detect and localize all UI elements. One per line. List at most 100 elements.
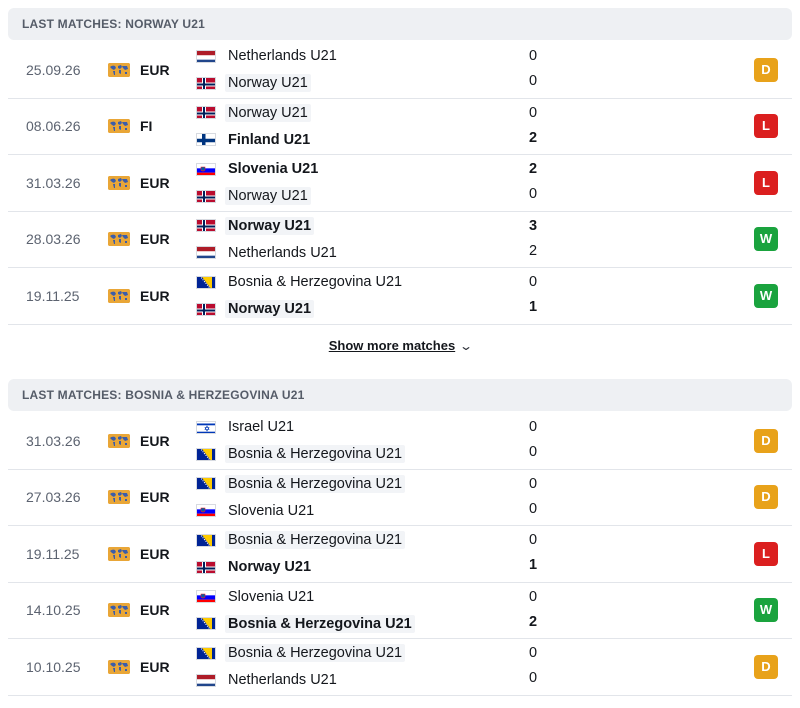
match-row[interactable]: 10.10.25 EUR Bosnia & Herzegovina U21 Nethe… bbox=[8, 639, 792, 696]
section-header-norway: LAST MATCHES: NORWAY U21 bbox=[8, 8, 792, 40]
match-date: 19.11.25 bbox=[26, 545, 80, 562]
result-badge: L bbox=[754, 541, 778, 566]
competition-label: EUR bbox=[140, 231, 170, 248]
match-row[interactable]: 31.03.26 EUR Israel U21 Bosnia & Herzegovin… bbox=[8, 413, 792, 470]
show-more-button[interactable]: Show more matches ⌄ bbox=[0, 338, 800, 353]
away-team-name: Finland U21 bbox=[228, 131, 311, 148]
competition-label: FI bbox=[140, 118, 153, 135]
match-row[interactable]: 19.11.25 EUR Bosnia & Herzegovina U21 Norwa… bbox=[8, 268, 792, 325]
away-team-name: Bosnia & Herzegovina U21 bbox=[225, 445, 406, 463]
match-date: 27.03.26 bbox=[26, 489, 81, 506]
match-row[interactable]: 08.06.26 FI Norway U21 Finland U21 0 2 L bbox=[8, 99, 792, 155]
world-map-icon bbox=[108, 175, 130, 190]
home-team-name: Norway U21 bbox=[225, 103, 311, 122]
competition-label: EUR bbox=[140, 602, 170, 619]
israel-flag-icon bbox=[196, 420, 216, 434]
world-map-icon bbox=[108, 62, 130, 77]
netherlands-flag-icon bbox=[196, 246, 216, 259]
result-badge: W bbox=[754, 283, 778, 308]
match-row[interactable]: 25.09.26 EUR Netherlands U21 Norway U21 0 0 D bbox=[8, 42, 792, 99]
match-row[interactable]: 14.10.25 EUR Slovenia U21 Bosnia & Herzegov… bbox=[8, 583, 792, 639]
world-map-icon bbox=[108, 603, 130, 618]
world-map-icon bbox=[108, 433, 130, 448]
match-row[interactable]: 28.03.26 EUR Norway U21 Netherlands U21 3 2 W bbox=[8, 212, 792, 268]
away-score: 0 bbox=[528, 186, 538, 202]
away-team-name: Bosnia & Herzegovina U21 bbox=[225, 614, 415, 633]
away-score: 2 bbox=[528, 242, 538, 259]
away-team-name: Norway U21 bbox=[225, 300, 315, 318]
away-team: Bosnia & Herzegovina U21 bbox=[196, 443, 406, 465]
norway-flag-icon bbox=[196, 106, 216, 119]
away-score: 2 bbox=[528, 613, 538, 630]
netherlands-flag-icon bbox=[196, 673, 216, 687]
home-score: 0 bbox=[528, 532, 538, 548]
match-list-bosnia: 31.03.26 EUR Israel U21 Bosnia & Herzegovin… bbox=[8, 413, 792, 696]
away-score: 0 bbox=[528, 73, 538, 89]
home-team-name: Bosnia & Herzegovina U21 bbox=[228, 274, 403, 290]
result-badge: W bbox=[754, 598, 778, 623]
world-map-icon bbox=[108, 490, 130, 505]
competition-label: EUR bbox=[140, 658, 170, 675]
result-badge: D bbox=[754, 485, 778, 510]
result-badge: D bbox=[754, 57, 778, 82]
bosnia-flag-icon bbox=[196, 447, 216, 461]
norway-flag-icon bbox=[196, 302, 216, 316]
home-team: Slovenia U21 bbox=[196, 586, 317, 608]
show-more-label: Show more matches bbox=[328, 338, 456, 353]
away-score: 1 bbox=[528, 299, 538, 315]
home-score: 0 bbox=[528, 419, 538, 435]
competition-label: EUR bbox=[140, 432, 170, 449]
home-score: 0 bbox=[528, 645, 538, 661]
result-badge: W bbox=[754, 227, 778, 252]
away-team: Norway U21 bbox=[196, 72, 311, 94]
bosnia-flag-icon bbox=[196, 477, 216, 490]
slovenia-flag-icon bbox=[196, 590, 216, 603]
slovenia-flag-icon bbox=[196, 162, 216, 176]
result-badge: D bbox=[754, 654, 778, 679]
home-team: Bosnia & Herzegovina U21 bbox=[196, 642, 406, 664]
match-date: 31.03.26 bbox=[26, 432, 81, 449]
competition-label: EUR bbox=[140, 287, 170, 304]
netherlands-flag-icon bbox=[196, 49, 216, 63]
norway-flag-icon bbox=[196, 189, 216, 203]
bosnia-flag-icon bbox=[196, 533, 216, 547]
match-row[interactable]: 19.11.25 EUR Bosnia & Herzegovina U21 Norwa… bbox=[8, 526, 792, 583]
home-team-name: Bosnia & Herzegovina U21 bbox=[225, 644, 406, 662]
away-team: Netherlands U21 bbox=[196, 669, 340, 691]
match-list-norway: 25.09.26 EUR Netherlands U21 Norway U21 0 0 D 0… bbox=[8, 42, 792, 325]
home-team-name: Slovenia U21 bbox=[228, 588, 315, 605]
away-score: 2 bbox=[528, 129, 538, 146]
finland-flag-icon bbox=[196, 133, 216, 146]
norway-flag-icon bbox=[196, 219, 216, 232]
competition-label: EUR bbox=[140, 489, 170, 506]
result-badge: L bbox=[754, 114, 778, 139]
home-score: 0 bbox=[528, 588, 538, 605]
away-score: 0 bbox=[528, 444, 538, 460]
away-team: Finland U21 bbox=[196, 129, 313, 151]
slovenia-flag-icon bbox=[196, 504, 216, 517]
away-team-name: Netherlands U21 bbox=[228, 672, 337, 688]
home-score: 0 bbox=[528, 48, 538, 64]
bosnia-flag-icon bbox=[196, 617, 216, 630]
bosnia-flag-icon bbox=[196, 275, 216, 289]
home-team-name: Bosnia & Herzegovina U21 bbox=[225, 531, 406, 549]
match-date: 10.10.25 bbox=[26, 658, 81, 675]
norway-flag-icon bbox=[196, 560, 216, 574]
away-score: 1 bbox=[528, 557, 538, 573]
match-date: 19.11.25 bbox=[26, 287, 80, 304]
match-date: 08.06.26 bbox=[26, 118, 81, 135]
match-row[interactable]: 31.03.26 EUR Slovenia U21 Norway U21 2 0 L bbox=[8, 155, 792, 212]
away-team: Bosnia & Herzegovina U21 bbox=[196, 613, 415, 635]
world-map-icon bbox=[108, 288, 130, 303]
home-score: 0 bbox=[528, 104, 538, 121]
home-team: Bosnia & Herzegovina U21 bbox=[196, 271, 405, 293]
away-team-name: Netherlands U21 bbox=[228, 244, 337, 261]
away-team: Norway U21 bbox=[196, 556, 314, 578]
match-date: 14.10.25 bbox=[26, 602, 81, 619]
world-map-icon bbox=[108, 546, 130, 561]
away-score: 0 bbox=[528, 500, 538, 517]
match-row[interactable]: 27.03.26 EUR Bosnia & Herzegovina U21 Slove… bbox=[8, 470, 792, 526]
home-team: Slovenia U21 bbox=[196, 158, 321, 180]
away-score: 0 bbox=[528, 670, 538, 686]
result-badge: L bbox=[754, 170, 778, 195]
